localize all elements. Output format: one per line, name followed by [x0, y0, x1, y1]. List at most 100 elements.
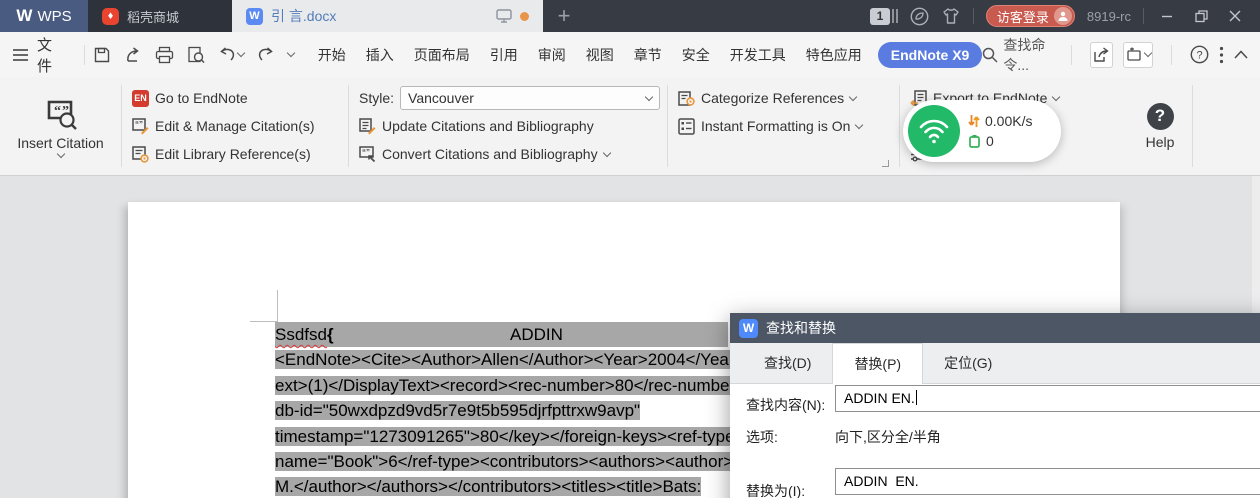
options-value: 向下,区分全/半角: [835, 429, 941, 445]
find-replace-dialog: W 查找和替换 查找(D) 替换(P) 定位(G) 查找内容(N): ADDIN…: [730, 313, 1260, 498]
convert-citations-icon: “”: [359, 145, 376, 163]
doc-line[interactable]: <EndNote><Cite><Author>Allen</Author><Ye…: [275, 347, 767, 372]
tab-insert[interactable]: 插入: [356, 45, 404, 65]
insert-citation-label: Insert Citation: [17, 134, 104, 151]
window-count-badge[interactable]: 1: [869, 7, 898, 25]
doc-line[interactable]: name="Book">6</ref-type><contributors><a…: [275, 449, 767, 474]
edit-manage-citations-label: Edit & Manage Citation(s): [155, 118, 315, 134]
style-dropdown-icon: [644, 92, 654, 101]
undo-icon[interactable]: [218, 46, 236, 63]
tab-home[interactable]: 开始: [308, 45, 356, 65]
doc-line[interactable]: ext>(1)</DisplayText><record><rec-number…: [275, 373, 767, 398]
restore-button[interactable]: [1190, 5, 1212, 27]
wps-menu-button[interactable]: W WPS: [0, 0, 88, 32]
doc-line[interactable]: Ssdfsd{ADDIN: [275, 322, 767, 348]
skin-tshirt-icon[interactable]: [941, 7, 961, 25]
go-to-endnote-button[interactable]: EN Go to EndNote: [132, 85, 348, 111]
collapse-ribbon-icon[interactable]: [1234, 50, 1248, 59]
more-menu-icon[interactable]: [1219, 46, 1224, 64]
margin-mark: [250, 321, 277, 322]
title-bar: W WPS ♦ 稻壳商城 W 引 言.docx + 1 访客登录 8919-rc: [0, 0, 1260, 32]
doc-line[interactable]: timestamp="1273091265">80</key></foreign…: [275, 424, 767, 449]
guest-login-button[interactable]: 访客登录: [985, 5, 1075, 27]
doc-addin: ADDIN: [510, 325, 563, 344]
monitor-icon[interactable]: [496, 9, 512, 23]
docer-flame-icon: ♦: [102, 7, 119, 25]
doc-line[interactable]: M.</author></authors></contributors><tit…: [275, 474, 767, 498]
edit-manage-citations-button[interactable]: “” Edit & Manage Citation(s): [132, 113, 348, 139]
edit-library-references-button[interactable]: Edit Library Reference(s): [132, 141, 348, 167]
member-leaf-icon[interactable]: [910, 7, 929, 26]
close-button[interactable]: [1224, 5, 1246, 27]
file-menu-button[interactable]: 文件: [37, 34, 64, 76]
tab-security[interactable]: 安全: [672, 45, 720, 65]
docer-tab-label: 稻壳商城: [127, 9, 180, 25]
tab-docer-store[interactable]: ♦ 稻壳商城: [88, 0, 232, 32]
more-commands-icon[interactable]: [286, 48, 296, 58]
tab-featured-apps[interactable]: 特色应用: [796, 45, 872, 65]
wps-doc-icon: W: [739, 318, 758, 338]
net-speed-overlay[interactable]: 0.00K/s 0: [903, 100, 1061, 162]
new-window-dropdown-icon: [1143, 48, 1153, 58]
export-icon[interactable]: [124, 46, 142, 64]
categorize-dropdown-icon: [848, 92, 858, 101]
export-dropdown-icon: [1052, 92, 1061, 101]
help-circle-icon[interactable]: ?: [1190, 45, 1209, 64]
replace-input[interactable]: ADDIN EN.: [835, 468, 1260, 495]
share-button[interactable]: [1089, 41, 1113, 68]
tab-page-layout[interactable]: 页面布局: [404, 45, 480, 65]
command-search-placeholder: 查找命令...: [1003, 36, 1046, 73]
dialog-launcher-icon[interactable]: [882, 160, 889, 167]
tab-section[interactable]: 章节: [624, 45, 672, 65]
tab-dev-tools[interactable]: 开发工具: [720, 45, 796, 65]
redo-icon[interactable]: [257, 46, 275, 63]
insert-citation-button[interactable]: “ ” Insert Citation: [0, 77, 121, 175]
categorize-references-button[interactable]: Categorize References: [678, 85, 899, 111]
new-window-icon: [1125, 47, 1143, 63]
convert-citations-dropdown-icon: [602, 148, 611, 157]
speed-arrows-icon: [968, 114, 980, 128]
help-icon: ?: [1146, 102, 1174, 130]
print-icon[interactable]: [155, 46, 174, 64]
convert-citations-button[interactable]: “” Convert Citations and Bibliography: [359, 141, 667, 167]
hamburger-menu-icon[interactable]: [12, 48, 29, 62]
insert-citation-icon: “ ”: [43, 96, 79, 132]
categorize-references-label: Categorize References: [701, 90, 845, 106]
tab-goto[interactable]: 定位(G): [923, 343, 1013, 383]
minimize-button[interactable]: [1156, 5, 1178, 27]
tab-document-active[interactable]: W 引 言.docx: [232, 0, 543, 32]
convert-citations-label: Convert Citations and Bibliography: [382, 146, 598, 162]
tab-find[interactable]: 查找(D): [743, 343, 832, 383]
print-preview-icon[interactable]: [187, 46, 205, 64]
options-label: 选项:: [746, 429, 778, 445]
command-search-input[interactable]: 查找命令...: [982, 35, 1053, 75]
text-caret: [915, 390, 917, 405]
tab-references[interactable]: 引用: [480, 45, 528, 65]
net-speed-value: 0.00K/s: [985, 113, 1033, 129]
undo-dropdown-icon[interactable]: [236, 48, 246, 58]
new-window-button[interactable]: [1122, 41, 1154, 68]
tab-review[interactable]: 审阅: [528, 45, 576, 65]
go-to-endnote-label: Go to EndNote: [155, 90, 248, 106]
help-button[interactable]: ? Help: [1128, 77, 1192, 175]
instant-formatting-button[interactable]: Instant Formatting is On: [678, 113, 899, 139]
style-select[interactable]: Vancouver: [400, 86, 661, 110]
tab-view[interactable]: 视图: [576, 45, 624, 65]
wps-window: W WPS ♦ 稻壳商城 W 引 言.docx + 1 访客登录 8919-rc…: [0, 0, 1260, 498]
dialog-title-bar[interactable]: W 查找和替换: [730, 313, 1260, 343]
style-label: Style:: [359, 90, 395, 106]
doc-brace: {: [326, 325, 334, 344]
new-tab-button[interactable]: +: [543, 0, 585, 32]
battery-icon: [968, 134, 981, 148]
tab-endnote-x9-active[interactable]: EndNote X9: [877, 41, 983, 68]
document-workspace: Ssdfsd{ADDIN <EndNote><Cite><Author>Alle…: [0, 176, 1260, 498]
update-citations-button[interactable]: Update Citations and Bibliography: [359, 113, 667, 139]
svg-text:“: “: [54, 104, 61, 119]
find-input[interactable]: ADDIN EN.: [835, 385, 1260, 412]
save-icon[interactable]: [93, 46, 111, 64]
insert-citation-dropdown-icon: [56, 149, 65, 158]
help-label: Help: [1145, 133, 1175, 150]
doc-line[interactable]: db-id="50wxdpzd9vd5r7e9t5b595djrfpttrxw9…: [275, 398, 767, 423]
instant-formatting-icon: [678, 117, 695, 135]
tab-replace[interactable]: 替换(P): [832, 343, 924, 384]
